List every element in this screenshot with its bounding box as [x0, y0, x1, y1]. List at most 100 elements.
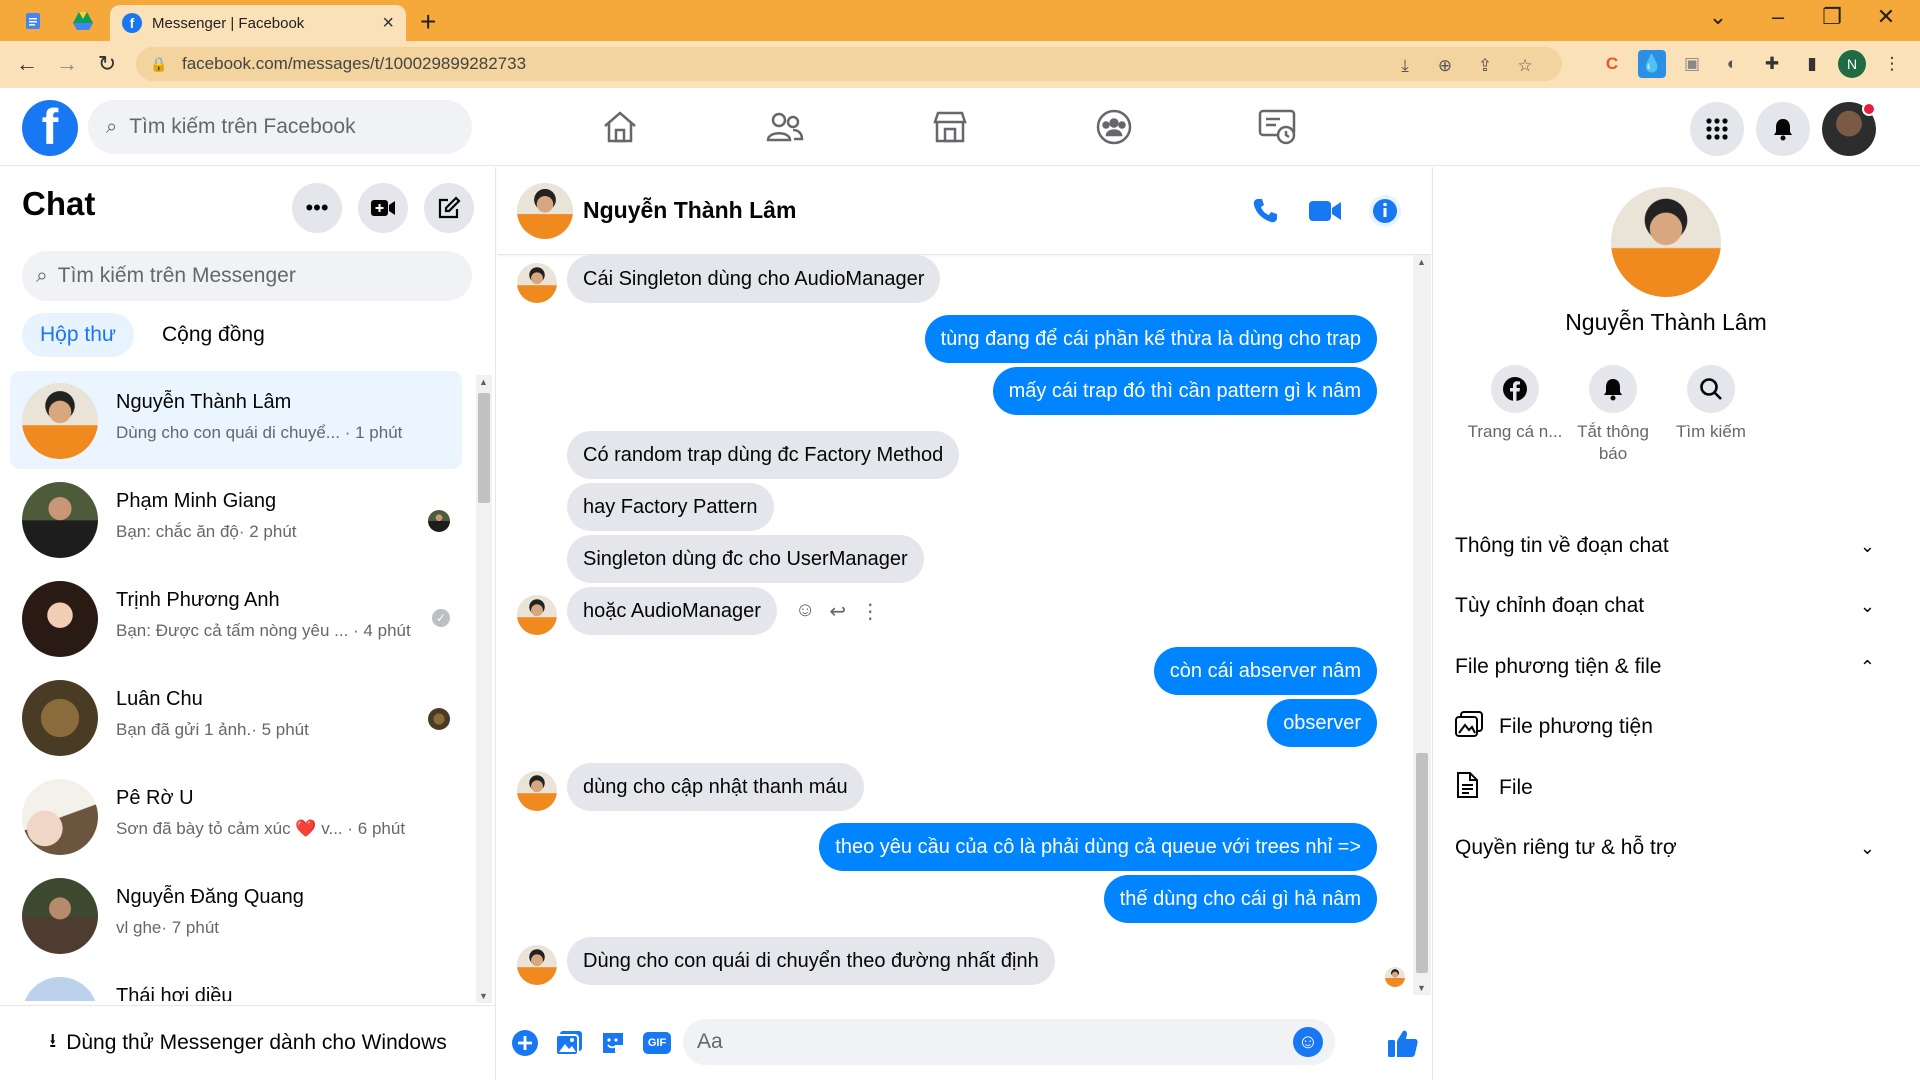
section-customize-chat[interactable]: Tùy chỉnh đoạn chat ⌄	[1455, 581, 1875, 631]
reload-icon[interactable]: ↻	[92, 51, 122, 77]
contact-name[interactable]: Nguyễn Thành Lâm	[583, 197, 796, 224]
extension-shield-icon[interactable]: ◐	[1718, 50, 1746, 78]
like-button[interactable]	[1385, 1025, 1421, 1061]
scroll-down-icon[interactable]: ▼	[1417, 983, 1426, 993]
back-icon[interactable]: ←	[12, 51, 42, 77]
browser-menu-icon[interactable]: ⋮	[1878, 50, 1906, 78]
options-button[interactable]: •••	[292, 183, 342, 233]
sticker-button[interactable]	[595, 1025, 631, 1061]
extension-c-icon[interactable]: C	[1598, 50, 1626, 78]
scroll-up-icon[interactable]: ▲	[1417, 257, 1426, 267]
emoji-icon[interactable]: ☺	[1293, 1027, 1323, 1057]
close-window-icon[interactable]: ✕	[1866, 4, 1906, 30]
facebook-logo-icon[interactable]: f	[22, 100, 78, 156]
mute-button[interactable]: Tắt thông báo	[1563, 365, 1663, 465]
gif-button[interactable]: GIF	[639, 1025, 675, 1061]
react-emoji-icon[interactable]: ☺	[795, 599, 815, 624]
new-message-button[interactable]	[424, 183, 474, 233]
share-icon[interactable]: ⇪	[1472, 53, 1498, 79]
forward-icon[interactable]: →	[52, 51, 82, 77]
message-bubble-incoming[interactable]: Cái Singleton dùng cho AudioManager	[567, 255, 941, 303]
sender-avatar[interactable]	[517, 595, 557, 635]
message-bubble-incoming[interactable]: Có random trap dùng đc Factory Method	[567, 431, 960, 479]
lock-icon[interactable]: 🔒	[150, 56, 167, 72]
facebook-search-input[interactable]: ⌕ Tìm kiếm trên Facebook	[88, 100, 472, 154]
conversation-item[interactable]: Nguyễn Thành Lâm Dùng cho con quái di ch…	[10, 371, 462, 469]
scroll-up-icon[interactable]: ▲	[479, 377, 488, 387]
message-bubble-outgoing[interactable]: thế dùng cho cái gì hả nâm	[1103, 875, 1377, 923]
try-messenger-windows-link[interactable]: ⭳ Dùng thử Messenger dành cho Windows	[0, 1005, 496, 1080]
pinned-tab-drive[interactable]	[70, 8, 96, 34]
more-actions-button[interactable]	[507, 1025, 543, 1061]
conversation-list-scrollbar[interactable]: ▲ ▼	[476, 375, 492, 1003]
tab-communities[interactable]: Cộng đồng	[144, 313, 283, 357]
new-tab-icon[interactable]: +	[420, 6, 436, 38]
video-call-button[interactable]	[1305, 191, 1345, 231]
message-bubble-outgoing[interactable]: observer	[1267, 699, 1377, 747]
tab-messenger[interactable]: f Messenger | Facebook ×	[110, 5, 406, 41]
scroll-down-icon[interactable]: ▼	[479, 991, 488, 1001]
message-bubble-incoming[interactable]: Dùng cho con quái di chuyển theo đường n…	[567, 937, 1055, 985]
extensions-puzzle-icon[interactable]: ✚	[1758, 50, 1786, 78]
install-app-icon[interactable]: ⤓	[1392, 53, 1418, 79]
extension-drop-icon[interactable]: 💧	[1638, 50, 1666, 78]
browser-profile-avatar[interactable]: N	[1838, 50, 1866, 78]
tab-search-icon[interactable]: ⌄	[1698, 4, 1738, 30]
new-room-button[interactable]	[358, 183, 408, 233]
message-bubble-outgoing[interactable]: mấy cái trap đó thì cần pattern gì k nâm	[992, 367, 1377, 415]
search-in-conversation-button[interactable]: Tìm kiếm	[1661, 365, 1761, 443]
bookmark-star-icon[interactable]: ☆	[1512, 53, 1538, 79]
files-link[interactable]: File	[1455, 763, 1875, 813]
close-tab-icon[interactable]: ×	[382, 12, 394, 35]
pinned-tab-docs[interactable]	[20, 8, 46, 34]
conversation-item[interactable]: Phạm Minh Giang Bạn: chắc ăn độ· 2 phút	[10, 470, 462, 568]
contact-avatar[interactable]	[517, 183, 573, 239]
profile-avatar[interactable]	[1611, 187, 1721, 297]
attach-image-button[interactable]	[551, 1025, 587, 1061]
sender-avatar[interactable]	[517, 771, 557, 811]
extension-photo-icon[interactable]: ▣	[1678, 50, 1706, 78]
message-input[interactable]: Aa ☺	[683, 1019, 1335, 1065]
zoom-icon[interactable]: ⊕	[1432, 53, 1458, 79]
scrollbar-thumb[interactable]	[478, 393, 490, 503]
profile-page-button[interactable]: Trang cá n...	[1465, 365, 1565, 443]
conversation-item[interactable]: Pê Rờ U Sơn đã bày tỏ cảm xúc ❤️ v... · …	[10, 767, 462, 865]
section-privacy-support[interactable]: Quyền riêng tư & hỗ trợ ⌄	[1455, 823, 1875, 873]
conversation-item[interactable]: Luân Chu Bạn đã gửi 1 ảnh.· 5 phút	[10, 668, 462, 766]
message-bubble-incoming[interactable]: hay Factory Pattern	[567, 483, 774, 531]
messenger-search-input[interactable]: ⌕ Tìm kiếm trên Messenger	[22, 251, 472, 301]
menu-grid-button[interactable]	[1690, 102, 1744, 156]
message-bubble-outgoing[interactable]: theo yêu cầu của cô là phải dùng cả queu…	[819, 823, 1377, 871]
sender-avatar[interactable]	[517, 945, 557, 985]
message-bubble-incoming[interactable]: Singleton dùng đc cho UserManager	[567, 535, 924, 583]
notifications-button[interactable]	[1756, 102, 1810, 156]
reply-icon[interactable]: ↩	[829, 599, 846, 624]
section-chat-info[interactable]: Thông tin về đoạn chat ⌄	[1455, 521, 1875, 571]
message-bubble-outgoing[interactable]: còn cái abserver nâm	[1153, 647, 1377, 695]
tab-inbox[interactable]: Hộp thư	[22, 313, 134, 357]
conversation-info-button[interactable]	[1365, 191, 1405, 231]
conversation-item[interactable]: Thái hơi diều	[10, 965, 462, 1001]
audio-call-button[interactable]	[1245, 191, 1285, 231]
thread-scrollbar[interactable]: ▲ ▼	[1413, 255, 1431, 995]
home-nav-icon[interactable]	[595, 102, 645, 152]
message-bubble-incoming[interactable]: dùng cho cập nhật thanh máu	[567, 763, 864, 811]
address-bar[interactable]: 🔒 facebook.com/messages/t/10002989928273…	[136, 47, 1562, 81]
message-bubble-incoming[interactable]: hoặc AudioManager	[567, 587, 777, 635]
message-bubble-outgoing[interactable]: tùng đang để cái phần kế thừa là dùng ch…	[924, 315, 1377, 363]
restore-icon[interactable]: ❐	[1812, 4, 1852, 30]
sender-avatar[interactable]	[517, 263, 557, 303]
groups-nav-icon[interactable]	[1089, 102, 1139, 152]
side-panel-icon[interactable]: ▮	[1798, 50, 1826, 78]
conversation-item[interactable]: Trịnh Phương Anh Bạn: Được cả tấm nòng y…	[10, 569, 462, 667]
section-media-files[interactable]: File phương tiện & file ⌃	[1455, 642, 1875, 692]
marketplace-nav-icon[interactable]	[925, 102, 975, 152]
friends-nav-icon[interactable]	[760, 102, 810, 152]
more-vertical-icon[interactable]: ⋮	[860, 599, 880, 624]
account-avatar[interactable]	[1822, 102, 1876, 156]
gaming-nav-icon[interactable]	[1253, 102, 1303, 152]
media-files-link[interactable]: File phương tiện	[1455, 702, 1875, 752]
minimize-icon[interactable]: –	[1758, 4, 1798, 30]
conversation-item[interactable]: Nguyễn Đăng Quang vl ghe· 7 phút	[10, 866, 462, 964]
scrollbar-thumb[interactable]	[1416, 753, 1428, 973]
